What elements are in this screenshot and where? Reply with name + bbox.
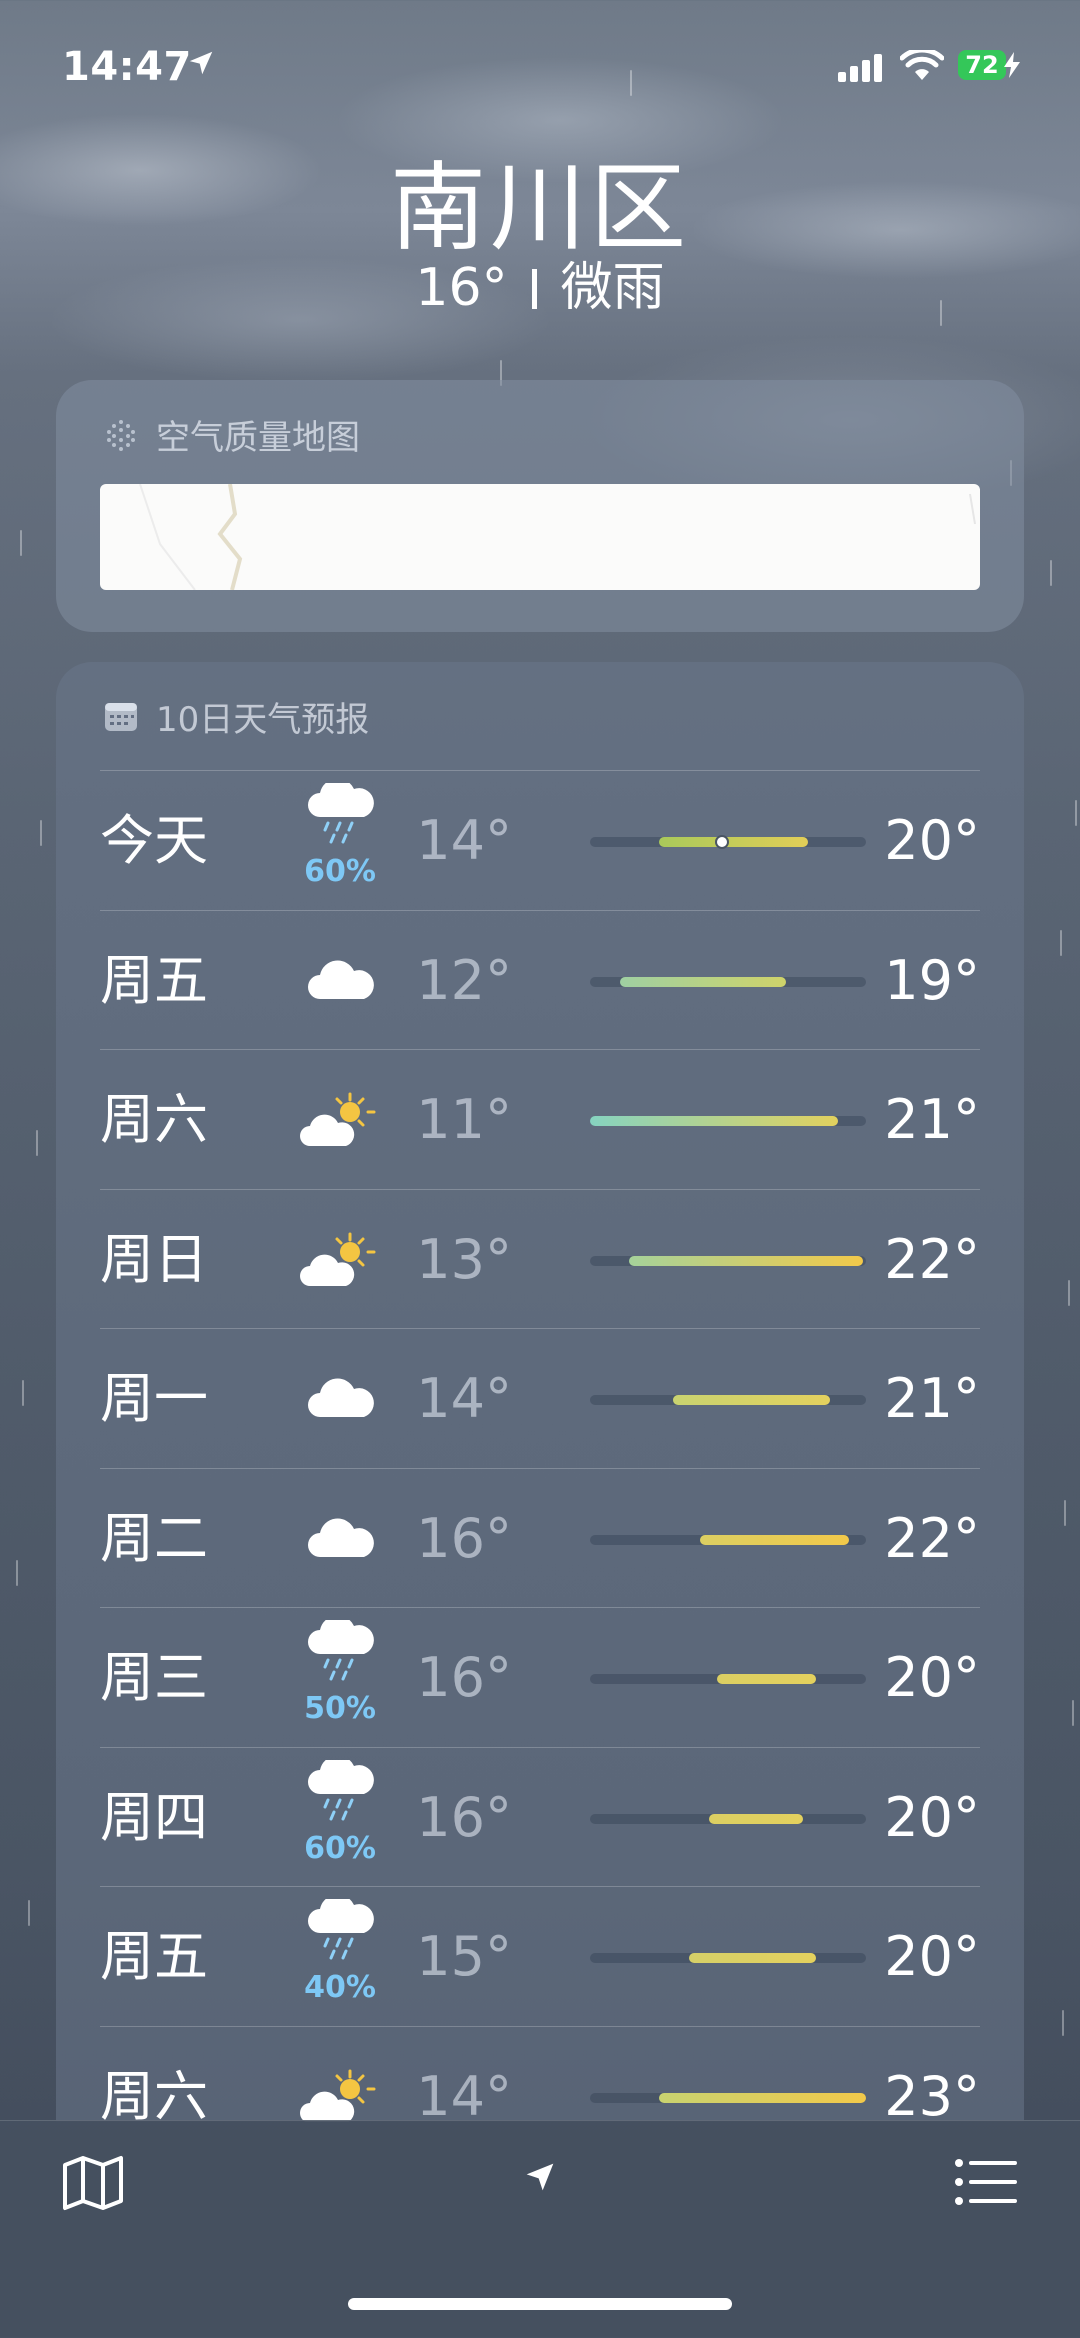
air-quality-header: 空气质量地图 [104,410,360,459]
city-list-icon[interactable] [955,2159,1017,2205]
temperature-range-bar [590,976,866,987]
low-temperature: 16° [416,1646,512,1709]
rain-drop [1050,560,1052,586]
forecast-day: 周六 [100,2064,208,2123]
temperature-range-bar [590,1534,866,1545]
temperature-range-bar [590,1953,866,1963]
high-temperature: 20° [884,1785,980,1849]
temperature-range-bar [590,1813,866,1824]
high-temperature: 22° [884,1227,980,1291]
rain-drop [22,1380,24,1406]
map-icon[interactable] [62,2155,124,2211]
temperature-range-fill [590,1116,839,1126]
air-quality-map[interactable] [100,484,980,590]
separator [531,269,537,309]
high-temperature: 20° [884,1646,980,1709]
high-temperature: 20° [884,809,980,872]
rain-drop [40,820,42,846]
map-roads [139,484,976,590]
home-indicator[interactable] [348,2298,732,2310]
battery-level: 72 [958,50,1006,80]
forecast-day: 周六 [100,1088,208,1151]
temperature-range-bar [590,2092,866,2103]
status-bar: 14:47 72 [0,40,1080,100]
low-temperature: 11° [416,1088,512,1151]
forecast-day: 周五 [100,948,208,1012]
forecast-day: 周五 [100,1925,208,1988]
temperature-range-fill [716,1674,817,1684]
forecast-day: 周日 [100,1227,208,1291]
low-temperature: 14° [416,2064,512,2123]
forecast-row[interactable]: 周一 14° 21° [100,1328,980,1468]
temperature-range-fill [672,1395,831,1405]
low-temperature: 15° [416,1925,512,1988]
temperature-range-bar [590,1116,866,1126]
temperature-range-fill [659,2092,866,2103]
current-location-icon[interactable] [524,2161,556,2193]
rain-drop [16,1560,18,1586]
forecast-row[interactable]: 周二 16° 22° [100,1467,980,1608]
forecast-day: 周四 [100,1785,208,1849]
forecast-row[interactable]: 周日 13° 22° [100,1188,980,1329]
ten-day-forecast-card: 10日天气预报 今天 60% 14° 20° 周五 12° 19° 周六 11° 21° 周日 13°… [56,662,1024,2122]
temperature-range-fill [659,837,809,847]
rain-drop [1072,1700,1074,1726]
status-time: 14:47 [62,44,192,90]
forecast-row[interactable]: 今天 60% 14° 20° [100,770,980,910]
cellular-signal-icon [838,54,882,82]
rain-drop [1060,930,1062,956]
charging-bolt-icon [1004,52,1020,78]
rain-drop [1062,2010,1064,2036]
temperature-range-fill [628,1255,864,1266]
forecast-title: 10日天气预报 [156,700,370,740]
location-services-icon [189,51,213,75]
temperature-range-fill [708,1813,803,1824]
forecast-day: 今天 [100,809,208,872]
forecast-row[interactable]: 周五 40% 15° 20° [100,1886,980,2026]
current-conditions: 16° 微雨 [0,245,1080,320]
temperature-range-bar [590,1255,866,1266]
forecast-row[interactable]: 周五 12° 19° [100,909,980,1050]
low-temperature: 16° [416,1506,512,1570]
condition-text: 微雨 [560,258,665,318]
forecast-day: 周一 [100,1367,208,1430]
temperature-range-bar [590,1395,866,1405]
forecast-row[interactable]: 周六 11° 21° [100,1049,980,1189]
forecast-row[interactable]: 周三 50% 16° 20° [100,1607,980,1747]
temperature-range-fill [620,976,786,987]
rain-drop [36,1130,38,1156]
forecast-day: 周三 [100,1646,208,1709]
high-temperature: 23° [884,2064,980,2123]
temperature-range-bar [590,835,866,849]
temperature-range-bar [590,1674,866,1684]
temperature-range-fill [689,1953,817,1963]
high-temperature: 21° [884,1088,980,1151]
temperature-range-fill [700,1534,850,1545]
rain-drop [1068,1280,1070,1306]
forecast-header: 10日天气预报 [104,692,369,741]
low-temperature: 12° [416,948,512,1012]
rain-drop [1064,1500,1066,1526]
low-temperature: 14° [416,1367,512,1430]
rain-drop [28,1900,30,1926]
high-temperature: 22° [884,1506,980,1570]
wifi-icon [900,50,944,80]
low-temperature: 13° [416,1227,512,1291]
high-temperature: 20° [884,1925,980,1988]
forecast-row[interactable]: 周四 60% 16° 20° [100,1746,980,1887]
high-temperature: 21° [884,1367,980,1430]
high-temperature: 19° [884,948,980,1012]
forecast-day: 周二 [100,1506,208,1570]
rain-drop [1075,800,1077,826]
air-quality-map-icon [107,419,135,451]
air-quality-title: 空气质量地图 [156,418,360,458]
current-temperature: 16° [415,258,508,318]
air-quality-card[interactable]: 空气质量地图 [56,380,1024,632]
forecast-row[interactable]: 周六 14° 23° [100,2025,980,2123]
low-temperature: 16° [416,1785,512,1849]
low-temperature: 14° [416,809,512,872]
calendar-icon [105,702,137,731]
rain-drop [20,530,22,556]
